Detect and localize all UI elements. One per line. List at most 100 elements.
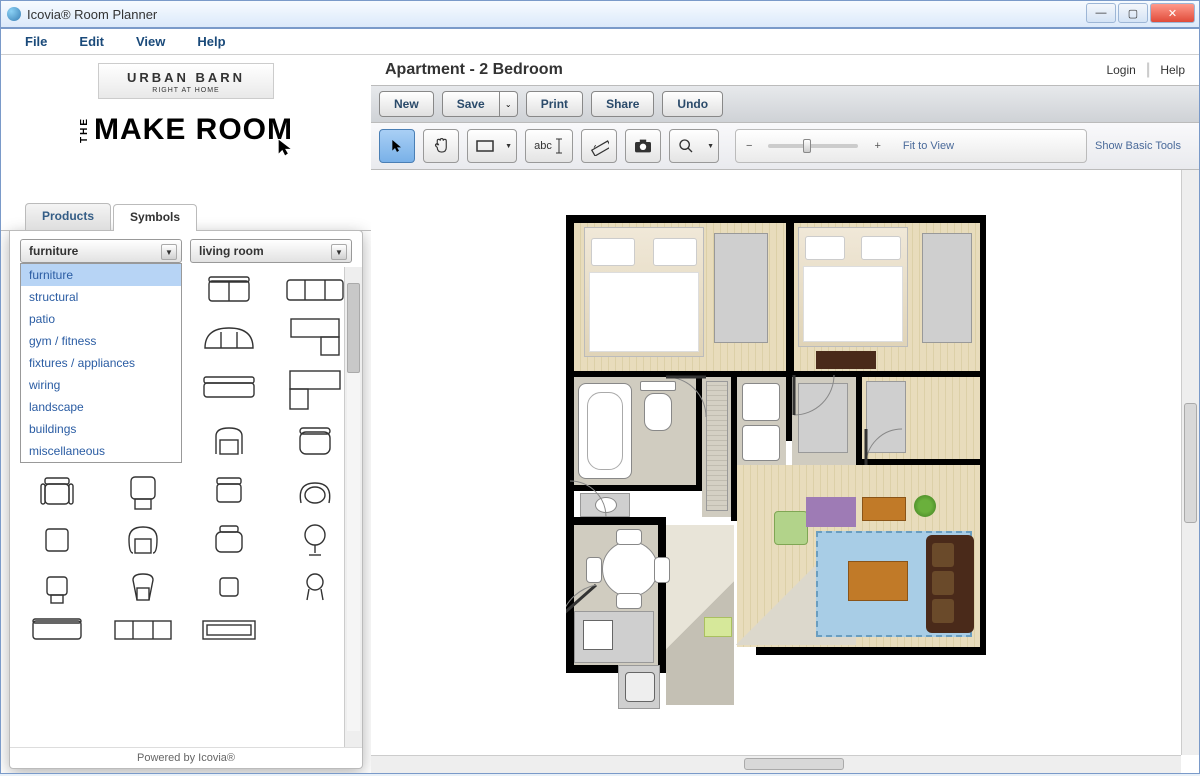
- toilet[interactable]: [644, 393, 672, 431]
- category-dropdown[interactable]: furniture ▼ furniture structural patio g…: [20, 239, 182, 263]
- dd-item-gym[interactable]: gym / fitness: [21, 330, 181, 352]
- wardrobe[interactable]: [714, 233, 768, 343]
- symbol-sofa[interactable]: [276, 275, 354, 305]
- tab-symbols[interactable]: Symbols: [113, 204, 197, 231]
- window-title: Icovia® Room Planner: [27, 7, 157, 22]
- new-button[interactable]: New: [379, 91, 434, 117]
- dd-item-buildings[interactable]: buildings: [21, 418, 181, 440]
- help-link[interactable]: Help: [1160, 63, 1185, 77]
- symbol-bench[interactable]: [190, 369, 268, 411]
- bench[interactable]: [816, 351, 876, 369]
- undo-button[interactable]: Undo: [662, 91, 723, 117]
- symbol-chair-wing[interactable]: [104, 569, 182, 605]
- measure-tool[interactable]: [581, 129, 617, 163]
- symbol-armchair[interactable]: [276, 423, 354, 459]
- canvas-horizontal-scrollbar[interactable]: [371, 755, 1181, 773]
- bed[interactable]: [798, 227, 908, 347]
- zoom-tool[interactable]: ▼: [669, 129, 719, 163]
- dd-item-patio[interactable]: patio: [21, 308, 181, 330]
- dd-item-misc[interactable]: miscellaneous: [21, 440, 181, 462]
- symbol-stool[interactable]: [276, 569, 354, 605]
- utility[interactable]: [798, 383, 848, 453]
- login-link[interactable]: Login: [1106, 63, 1135, 77]
- symbol-loveseat[interactable]: [190, 275, 268, 305]
- bathtub[interactable]: [578, 383, 632, 479]
- room-dropdown[interactable]: living room ▼: [190, 239, 352, 263]
- dd-item-fixtures[interactable]: fixtures / appliances: [21, 352, 181, 374]
- dining-chair[interactable]: [616, 529, 642, 545]
- fit-to-view-link[interactable]: Fit to View: [903, 140, 954, 152]
- ottoman[interactable]: [704, 617, 732, 637]
- symbol-sofa-curve[interactable]: [190, 317, 268, 357]
- plant[interactable]: [914, 495, 936, 517]
- symbol-table[interactable]: [190, 617, 268, 643]
- armchair[interactable]: [774, 511, 808, 545]
- symbol-sectional[interactable]: [276, 369, 354, 411]
- coffee-table[interactable]: [848, 561, 908, 601]
- symbol-armchair[interactable]: [190, 523, 268, 557]
- symbol-chair[interactable]: [190, 471, 268, 511]
- toilet-tank[interactable]: [640, 381, 676, 391]
- dining-chair[interactable]: [616, 593, 642, 609]
- symbol-armchair[interactable]: [190, 423, 268, 459]
- window-titlebar: Icovia® Room Planner — ▢ ✕: [0, 0, 1200, 28]
- pan-tool[interactable]: [423, 129, 459, 163]
- dryer[interactable]: [742, 425, 780, 461]
- shape-tool[interactable]: ▼: [467, 129, 517, 163]
- console[interactable]: [862, 497, 906, 521]
- canvas-vertical-scrollbar[interactable]: [1181, 170, 1199, 755]
- kitchen-counter[interactable]: [574, 611, 654, 663]
- share-button[interactable]: Share: [591, 91, 654, 117]
- select-tool[interactable]: [379, 129, 415, 163]
- dining-table[interactable]: [602, 541, 658, 597]
- sidebar: URBAN BARN RIGHT AT HOME THE MAKE ROOM P…: [1, 55, 371, 773]
- closet-runner[interactable]: [706, 381, 728, 511]
- vanity[interactable]: [580, 493, 630, 517]
- floorplan-canvas[interactable]: [371, 170, 1181, 755]
- wardrobe[interactable]: [922, 233, 972, 343]
- symbol-scrollbar[interactable]: [344, 267, 362, 747]
- washer[interactable]: [742, 383, 780, 421]
- print-button[interactable]: Print: [526, 91, 583, 117]
- close-button[interactable]: ✕: [1150, 3, 1195, 23]
- dd-item-wiring[interactable]: wiring: [21, 374, 181, 396]
- text-tool[interactable]: abc: [525, 129, 573, 163]
- bed[interactable]: [584, 227, 704, 357]
- minimize-button[interactable]: —: [1086, 3, 1116, 23]
- dd-item-structural[interactable]: structural: [21, 286, 181, 308]
- symbol-sectional[interactable]: [276, 317, 354, 357]
- symbol-ottoman[interactable]: [190, 569, 268, 605]
- zoom-slider[interactable]: [768, 144, 858, 148]
- dd-item-landscape[interactable]: landscape: [21, 396, 181, 418]
- menu-file[interactable]: File: [25, 34, 47, 49]
- brand-area: URBAN BARN RIGHT AT HOME THE MAKE ROOM: [1, 55, 371, 195]
- symbol-sofa[interactable]: [18, 617, 96, 643]
- sink-counter[interactable]: [618, 665, 660, 709]
- symbol-chair[interactable]: [18, 569, 96, 605]
- dining-chair[interactable]: [586, 557, 602, 583]
- symbol-chair-curve[interactable]: [276, 471, 354, 511]
- symbol-chair-square[interactable]: [18, 523, 96, 557]
- dining-chair[interactable]: [654, 557, 670, 583]
- save-button[interactable]: Save: [442, 91, 500, 117]
- sofa[interactable]: [926, 535, 974, 633]
- menu-view[interactable]: View: [136, 34, 165, 49]
- save-dropdown-toggle[interactable]: ⌄: [500, 91, 518, 117]
- maximize-button[interactable]: ▢: [1118, 3, 1148, 23]
- symbol-recliner[interactable]: [104, 471, 182, 511]
- symbol-chair[interactable]: [18, 471, 96, 511]
- show-basic-tools-link[interactable]: Show Basic Tools: [1095, 140, 1191, 152]
- chevron-down-icon: ▼: [505, 143, 512, 150]
- tab-products[interactable]: Products: [25, 203, 111, 230]
- zoom-out-icon[interactable]: −: [746, 140, 752, 152]
- zoom-in-icon[interactable]: +: [874, 140, 880, 152]
- side-rug[interactable]: [806, 497, 856, 527]
- menu-edit[interactable]: Edit: [79, 34, 104, 49]
- dd-item-furniture[interactable]: furniture: [21, 264, 181, 286]
- symbol-cabinet[interactable]: [104, 617, 182, 643]
- symbol-side-table-round[interactable]: [276, 523, 354, 557]
- snapshot-tool[interactable]: [625, 129, 661, 163]
- menu-help[interactable]: Help: [197, 34, 225, 49]
- closet[interactable]: [866, 381, 906, 453]
- symbol-tub-chair[interactable]: [104, 523, 182, 557]
